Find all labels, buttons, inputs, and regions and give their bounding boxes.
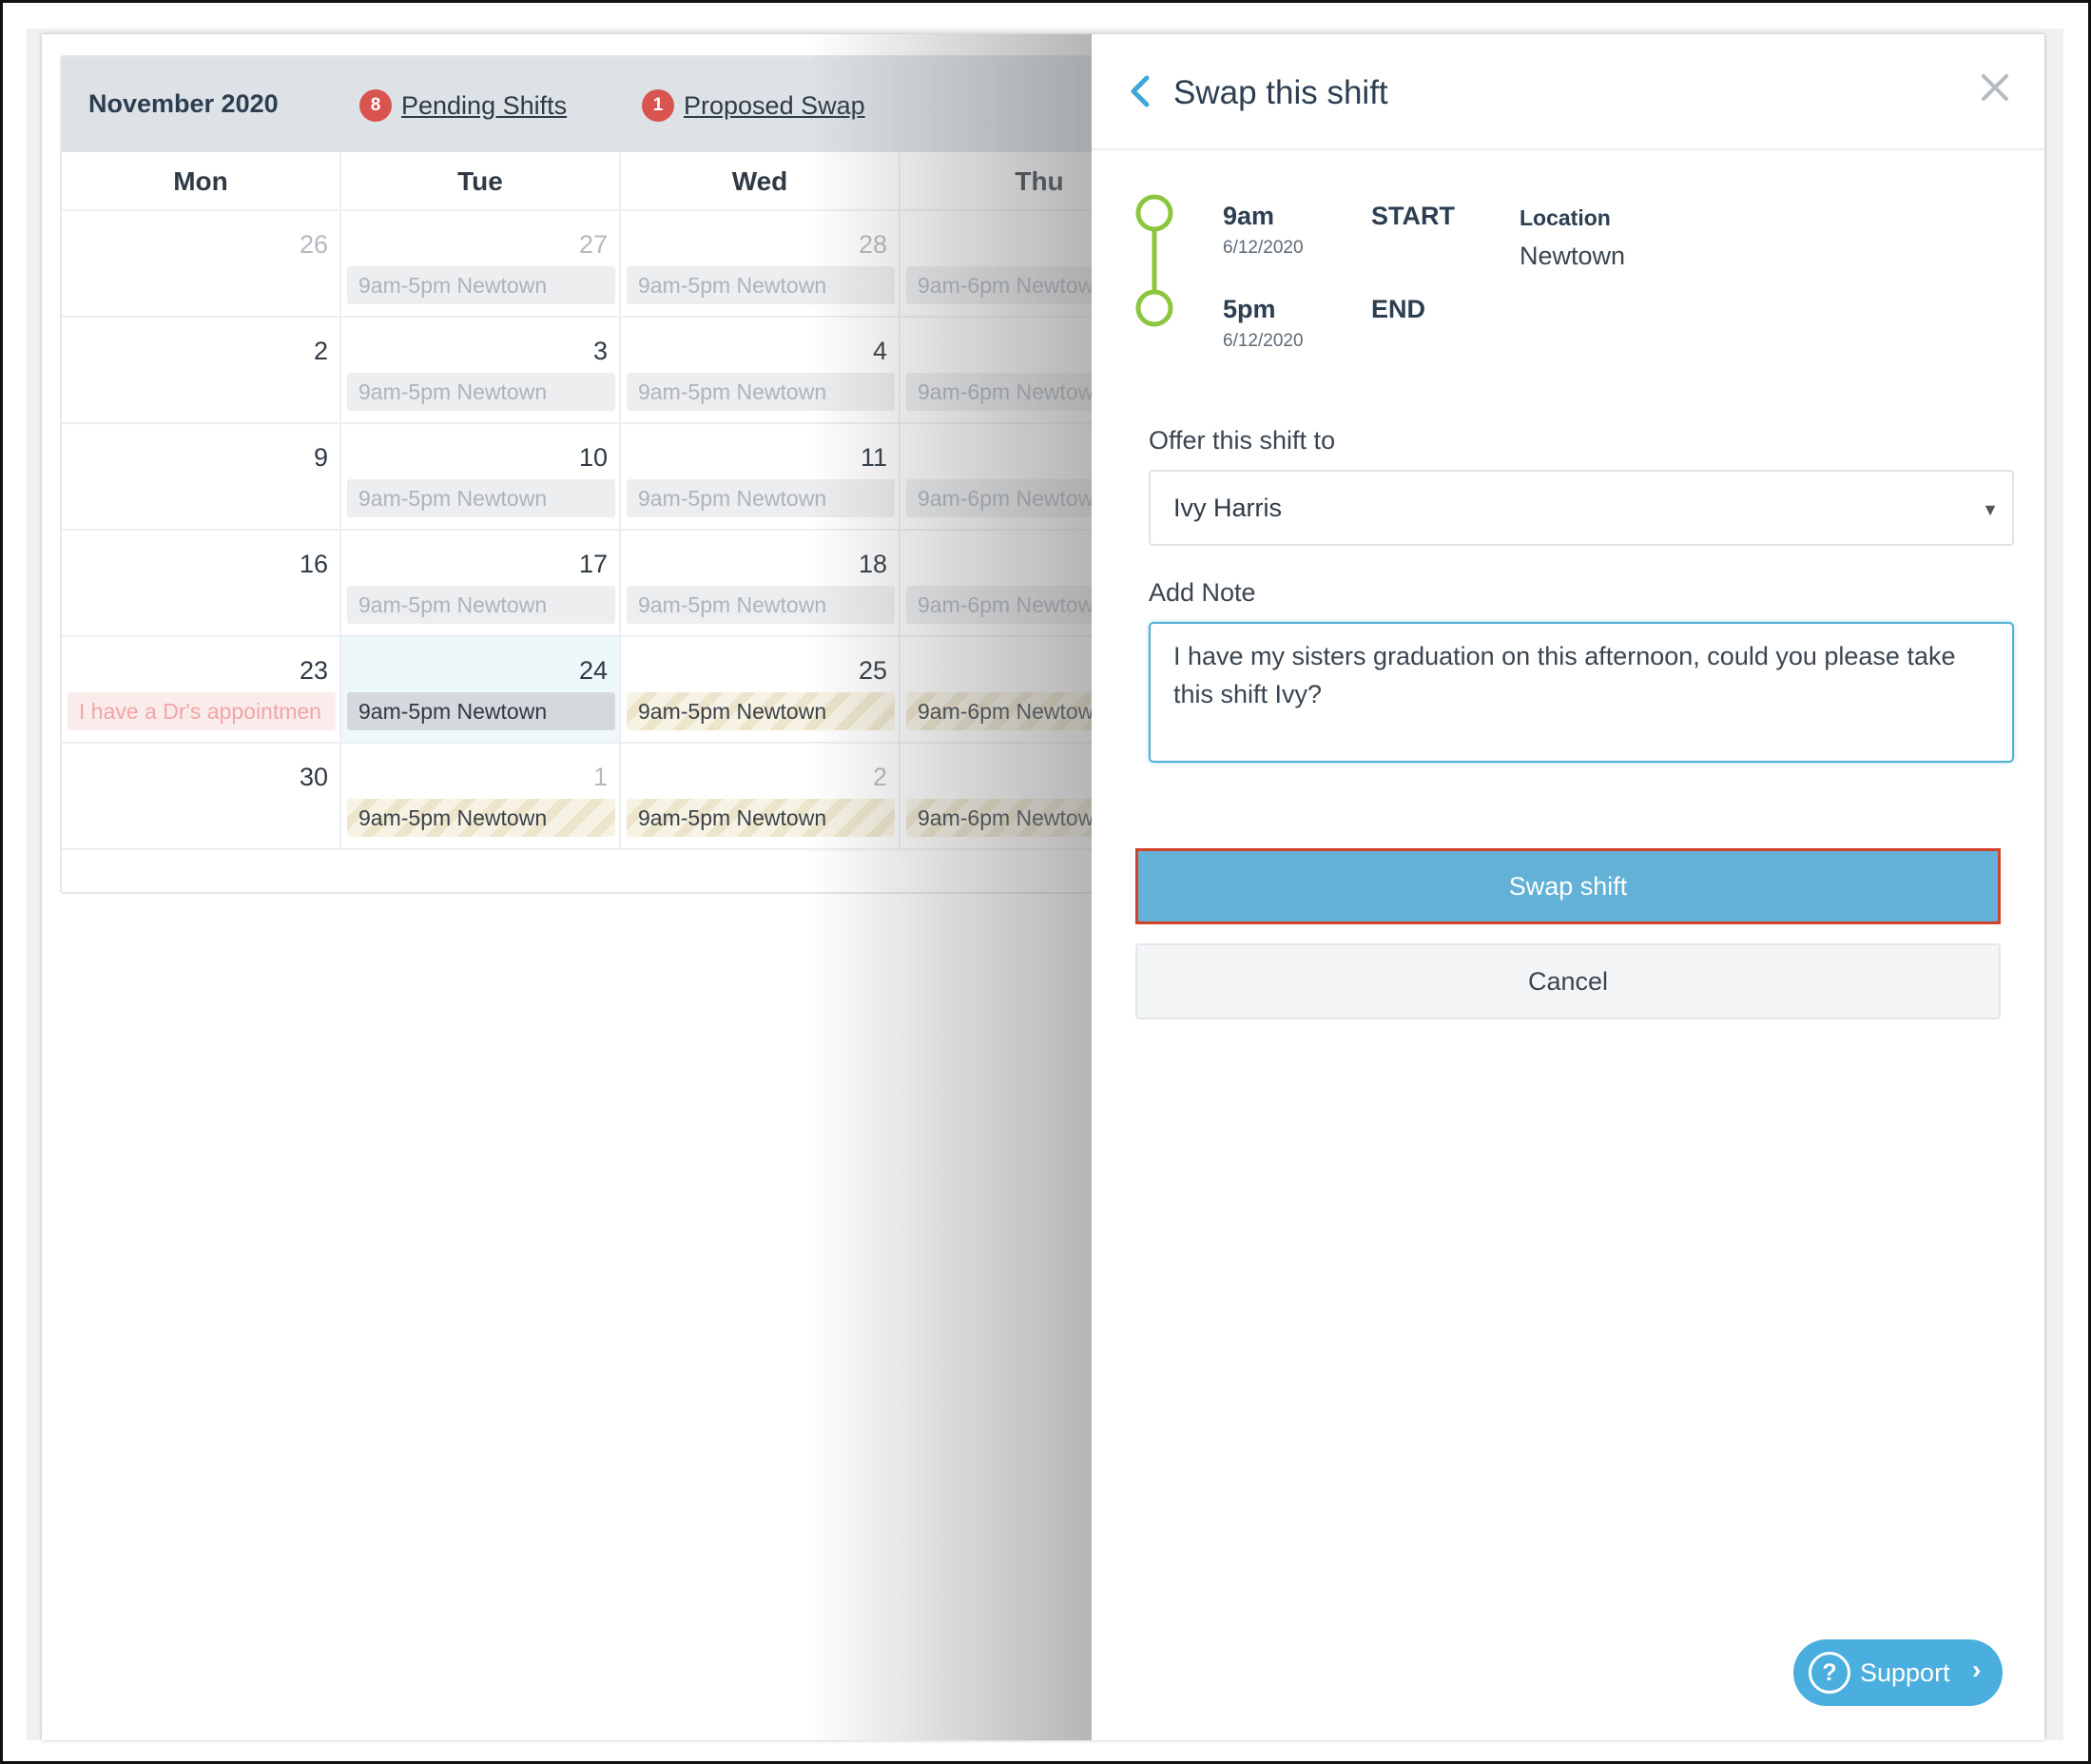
- weekday-mon: Mon: [62, 152, 341, 211]
- calendar-day-cell[interactable]: 24 9am-5pm Newtown: [341, 637, 621, 744]
- calendar-day-cell[interactable]: 30: [62, 744, 341, 850]
- day-number: 2: [313, 337, 328, 365]
- proposed-swap-label: Proposed Swap: [684, 90, 865, 120]
- month-title: November 2020: [88, 89, 279, 118]
- calendar-day-cell[interactable]: 25 9am-5pm Newtown: [621, 637, 900, 744]
- end-date: 6/12/2020: [1223, 331, 1304, 351]
- help-question-icon: ?: [1809, 1652, 1850, 1694]
- shift-chip[interactable]: 9am-5pm Newtown: [347, 586, 615, 624]
- calendar-day-cell[interactable]: 10 9am-5pm Newtown: [341, 424, 621, 531]
- calendar-day-cell[interactable]: 27 9am-5pm Newtown: [341, 211, 621, 318]
- support-label: Support: [1860, 1658, 1950, 1687]
- calendar-day-cell[interactable]: 2 9am-5pm Newtown: [621, 744, 900, 850]
- day-number: 9: [313, 443, 328, 472]
- pending-shifts-label: Pending Shifts: [401, 90, 568, 120]
- offer-shift-select[interactable]: Ivy Harris ▼: [1149, 470, 2014, 546]
- swap-shift-button[interactable]: Swap shift: [1135, 848, 2001, 924]
- location-label: Location: [1520, 205, 1611, 230]
- shift-chip[interactable]: 9am-5pm Newtown: [627, 479, 895, 517]
- calendar-day-cell[interactable]: 28 9am-5pm Newtown: [621, 211, 900, 318]
- end-label: END: [1371, 295, 1426, 323]
- calendar-day-cell[interactable]: 23 I have a Dr's appointmen: [62, 637, 341, 744]
- chevron-left-icon[interactable]: [1126, 72, 1154, 110]
- start-label: START: [1371, 202, 1455, 230]
- shift-chip[interactable]: 9am-5pm Newtown: [347, 373, 615, 411]
- panel-header: Swap this shift: [1092, 34, 2044, 150]
- day-number: 27: [578, 230, 608, 259]
- calendar-day-cell[interactable]: 3 9am-5pm Newtown: [341, 318, 621, 424]
- location-value: Newtown: [1520, 242, 1626, 270]
- shift-timeline-icon: [1135, 194, 1173, 327]
- day-number: 3: [592, 337, 608, 365]
- day-number: 4: [872, 337, 887, 365]
- panel-title: Swap this shift: [1173, 74, 1388, 111]
- calendar-day-cell[interactable]: 4 9am-5pm Newtown: [621, 318, 900, 424]
- calendar-day-cell[interactable]: 9: [62, 424, 341, 531]
- shift-chip[interactable]: 9am-5pm Newtown: [347, 266, 615, 304]
- shift-chip[interactable]: 9am-5pm Newtown: [347, 799, 615, 837]
- day-number: 24: [578, 656, 608, 685]
- shift-chip[interactable]: 9am-5pm Newtown: [627, 799, 895, 837]
- shift-chip[interactable]: 9am-5pm Newtown: [627, 373, 895, 411]
- calendar-day-cell[interactable]: 26: [62, 211, 341, 318]
- add-note-textarea[interactable]: I have my sisters graduation on this aft…: [1149, 622, 2014, 763]
- close-icon[interactable]: [1976, 68, 2014, 107]
- day-number: 2: [872, 763, 887, 791]
- shift-chip[interactable]: 9am-5pm Newtown: [627, 266, 895, 304]
- support-button[interactable]: ? Support ›: [1793, 1639, 2003, 1706]
- day-number: 30: [299, 763, 328, 791]
- day-number: 11: [860, 443, 887, 472]
- offer-shift-selected-value: Ivy Harris: [1173, 494, 1282, 522]
- leave-request-chip[interactable]: I have a Dr's appointmen: [68, 692, 336, 730]
- start-date: 6/12/2020: [1223, 238, 1304, 258]
- calendar-day-cell[interactable]: 11 9am-5pm Newtown: [621, 424, 900, 531]
- dropdown-caret-icon: ▼: [1982, 500, 1999, 519]
- shift-chip[interactable]: 9am-5pm Newtown: [627, 692, 895, 730]
- day-number: 17: [578, 550, 608, 578]
- day-number: 28: [858, 230, 887, 259]
- pending-shifts-count-badge: 8: [359, 89, 392, 122]
- swap-shift-panel: Swap this shift 9am 6/12/2020 START 5pm …: [1092, 34, 2044, 1740]
- start-time: 9am: [1223, 202, 1275, 230]
- cancel-button[interactable]: Cancel: [1135, 943, 2001, 1019]
- proposed-swap-count-badge: 1: [642, 89, 674, 122]
- add-note-label: Add Note: [1149, 578, 1256, 607]
- shift-chip[interactable]: 9am-5pm Newtown: [627, 586, 895, 624]
- end-time: 5pm: [1223, 295, 1276, 323]
- day-number: 23: [299, 656, 328, 685]
- day-number: 18: [858, 550, 887, 578]
- weekday-tue: Tue: [341, 152, 621, 211]
- calendar-day-cell[interactable]: 2: [62, 318, 341, 424]
- day-number: 10: [578, 443, 608, 472]
- day-number: 26: [299, 230, 328, 259]
- calendar-day-cell[interactable]: 16: [62, 531, 341, 637]
- shift-chip[interactable]: 9am-5pm Newtown: [347, 479, 615, 517]
- calendar-day-cell[interactable]: 17 9am-5pm Newtown: [341, 531, 621, 637]
- calendar-day-cell[interactable]: 18 9am-5pm Newtown: [621, 531, 900, 637]
- offer-shift-label: Offer this shift to: [1149, 426, 1336, 455]
- shift-chip[interactable]: 9am-5pm Newtown: [347, 692, 615, 730]
- calendar-day-cell[interactable]: 1 9am-5pm Newtown: [341, 744, 621, 850]
- day-number: 16: [299, 550, 328, 578]
- weekday-wed: Wed: [621, 152, 900, 211]
- pending-shifts-link[interactable]: 8 Pending Shifts: [359, 89, 567, 122]
- day-number: 25: [858, 656, 887, 685]
- proposed-swap-link[interactable]: 1 Proposed Swap: [642, 89, 865, 122]
- chevron-right-icon: ›: [1972, 1655, 1982, 1684]
- day-number: 1: [592, 763, 608, 791]
